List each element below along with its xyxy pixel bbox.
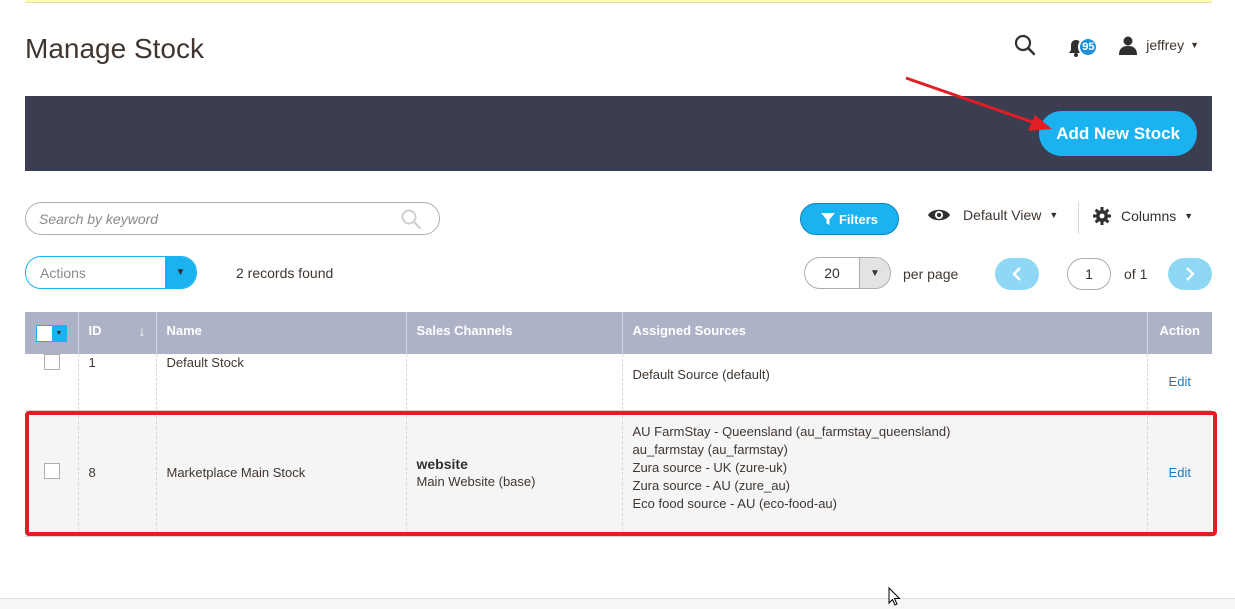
gear-icon (1093, 207, 1111, 225)
columns-selector[interactable]: Columns ▼ (1093, 207, 1193, 225)
chevron-down-icon: ▼ (165, 257, 196, 288)
row-assigned-sources: AU FarmStay - Queensland (au_farmstay_qu… (621, 410, 1147, 536)
chevron-down-icon: ▼ (1190, 40, 1199, 50)
grid-header-row: ▼ ID ↓ Name Sales Channels Assigned Sourc… (25, 312, 1212, 354)
next-page-button[interactable] (1168, 258, 1212, 290)
row-id: 8 (77, 410, 156, 536)
page-title: Manage Stock (25, 33, 204, 64)
row-name: Marketplace Main Stock (155, 410, 406, 536)
chevron-down-icon: ▼ (52, 326, 66, 341)
view-selector[interactable]: Default View ▼ (927, 207, 1058, 223)
message-strip (25, 0, 1212, 3)
search-input[interactable] (37, 209, 377, 228)
column-header-name[interactable]: Name (155, 312, 406, 354)
column-header-assigned-sources[interactable]: Assigned Sources (621, 312, 1147, 354)
row-sales-channels (405, 354, 622, 410)
toolbar-divider (1078, 202, 1079, 234)
search-icon[interactable] (401, 209, 422, 234)
stock-grid: ▼ ID ↓ Name Sales Channels Assigned Sourc… (25, 312, 1212, 537)
records-found: 2 records found (236, 265, 334, 281)
row-checkbox[interactable] (44, 354, 60, 370)
row-checkbox[interactable] (44, 462, 60, 479)
per-page-label: per page (903, 266, 959, 282)
chevron-down-icon: ▼ (1049, 210, 1059, 220)
sort-arrow-icon: ↓ (138, 323, 146, 339)
user-menu[interactable]: jeffrey ▼ (1118, 35, 1199, 55)
edit-link[interactable]: Edit (1169, 465, 1191, 480)
user-icon (1119, 36, 1138, 55)
notification-count-badge: 95 (1078, 37, 1099, 57)
row-id: 1 (77, 354, 156, 410)
add-new-stock-button[interactable]: Add New Stock (1039, 111, 1197, 156)
filter-icon (820, 213, 835, 225)
row-sales-channels: website Main Website (base) (405, 410, 622, 536)
filters-button[interactable]: Filters (800, 203, 899, 235)
chevron-right-icon (1186, 267, 1195, 281)
channel-type: website (416, 456, 468, 472)
actions-label: Actions (40, 264, 86, 281)
header-actions: 95 jeffrey ▼ (1010, 30, 1199, 60)
page-actions-bar: Add New Stock (25, 96, 1212, 171)
chevron-down-icon: ▼ (859, 258, 890, 288)
keyword-search (25, 202, 440, 235)
page-footer (0, 598, 1235, 609)
per-page-value: 20 (824, 265, 840, 281)
username: jeffrey (1146, 37, 1185, 53)
row-assigned-sources: Default Source (default) (621, 354, 1147, 410)
current-page-input[interactable] (1067, 258, 1111, 290)
mass-select-checkbox[interactable]: ▼ (36, 325, 67, 342)
previous-page-button[interactable] (995, 258, 1039, 290)
per-page-select[interactable]: 20 ▼ (804, 257, 891, 289)
select-all-header: ▼ (25, 312, 78, 354)
total-pages: of 1 (1124, 266, 1148, 282)
channel-detail: Main Website (base) (416, 474, 536, 489)
filters-label: Filters (838, 211, 878, 227)
edit-link[interactable]: Edit (1169, 374, 1191, 389)
view-label: Default View (963, 207, 1042, 223)
table-row: 1 Default Stock Default Source (default)… (25, 354, 1212, 410)
column-header-action: Action (1146, 312, 1212, 354)
column-header-id[interactable]: ID ↓ (77, 312, 156, 354)
chevron-left-icon (1012, 267, 1021, 281)
chevron-down-icon: ▼ (1184, 211, 1194, 221)
table-row: 8 Marketplace Main Stock website Main We… (25, 410, 1212, 536)
column-header-sales-channels[interactable]: Sales Channels (405, 312, 622, 354)
global-search-icon[interactable] (1010, 30, 1040, 60)
eye-icon (928, 209, 950, 221)
columns-label: Columns (1121, 208, 1177, 224)
notifications-bell-icon[interactable]: 95 (1068, 33, 1099, 57)
mouse-cursor-icon (888, 587, 901, 606)
mass-actions-select[interactable]: Actions ▼ (25, 256, 197, 289)
row-name: Default Stock (155, 354, 406, 410)
